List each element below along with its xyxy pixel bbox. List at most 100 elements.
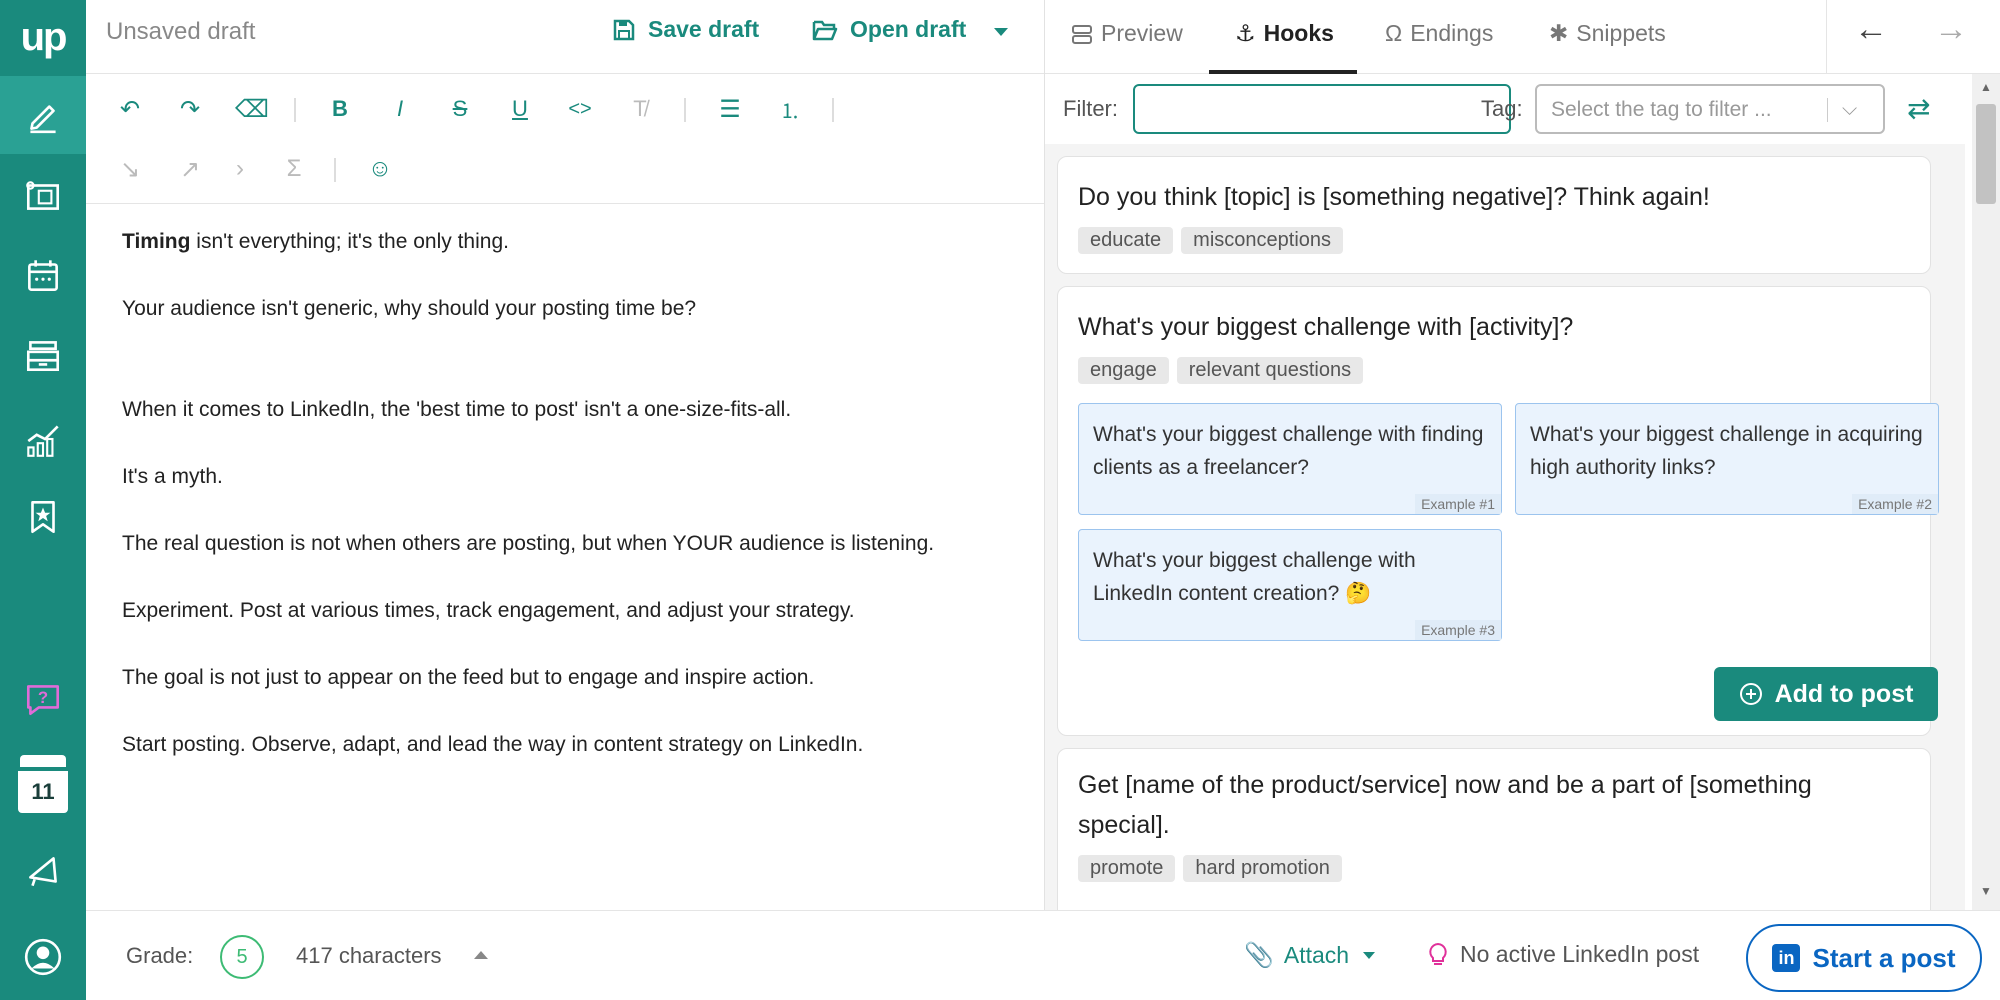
arrow-up-right-icon[interactable]: ↗ — [172, 151, 208, 187]
hooks-scrollbar[interactable]: ▲ ▼ — [1972, 74, 2000, 910]
forward-arrow-icon[interactable]: → — [1934, 10, 1968, 49]
tag-select[interactable]: Select the tag to filter ... ⌵ — [1535, 84, 1885, 134]
hook-card[interactable]: Get [name of the product/service] now an… — [1057, 748, 1931, 910]
calendar-icon — [28, 260, 58, 292]
hook-tag[interactable]: educate — [1078, 227, 1174, 254]
hook-tag[interactable]: misconceptions — [1181, 227, 1344, 254]
hook-card[interactable]: Do you think [topic] is [something negat… — [1057, 156, 1931, 274]
hook-text: Do you think [topic] is [something negat… — [1078, 183, 1710, 211]
editor-text: isn't everything; it's the only thing. — [190, 230, 509, 253]
bold-icon[interactable]: B — [322, 91, 358, 127]
sidebar-item-editor[interactable] — [0, 76, 86, 154]
underline-icon[interactable]: U — [502, 91, 538, 127]
italic-icon[interactable]: I — [382, 91, 418, 127]
back-arrow-icon[interactable]: ← — [1854, 10, 1888, 49]
tab-endings-label: Endings — [1410, 20, 1494, 46]
editor-paragraph: It's a myth. — [122, 465, 223, 488]
example-text: What's your biggest challenge with findi… — [1093, 423, 1484, 479]
toolbar-divider — [294, 98, 296, 122]
example-label: Example #3 — [1415, 620, 1501, 640]
clear-format-icon[interactable]: T̸ — [622, 91, 658, 127]
sidebar-item-schedule[interactable] — [0, 236, 86, 314]
lightbulb-icon — [1429, 942, 1447, 965]
shuffle-icon[interactable]: ⇄ — [1907, 92, 1930, 125]
editor-paragraph: When it comes to LinkedIn, the 'best tim… — [122, 398, 792, 421]
hook-example-card[interactable]: What's your biggest challenge in acquiri… — [1515, 403, 1939, 515]
tab-endings[interactable]: Ω Endings — [1385, 20, 1493, 47]
grade-badge[interactable]: 5 — [220, 935, 264, 979]
save-draft-button[interactable]: Save draft — [612, 16, 759, 43]
open-draft-label: Open draft — [850, 16, 967, 42]
sidebar-item-analytics[interactable] — [0, 400, 86, 478]
folder-open-icon — [812, 20, 838, 40]
sidebar-item-announcements[interactable] — [0, 832, 86, 910]
hook-tags: promote hard promotion — [1078, 855, 1342, 882]
example-text: What's your biggest challenge with Linke… — [1093, 549, 1416, 605]
arrow-down-right-icon[interactable]: ↘ — [112, 151, 148, 187]
hook-tag[interactable]: relevant questions — [1176, 357, 1364, 384]
hook-tags: engage relevant questions — [1078, 357, 1364, 384]
calendar-day-badge[interactable]: 11 — [18, 755, 68, 813]
code-icon[interactable]: <> — [562, 91, 598, 127]
user-avatar-icon — [24, 938, 62, 976]
hook-tag[interactable]: engage — [1078, 357, 1169, 384]
tag-select-placeholder: Select the tag to filter ... — [1551, 98, 1772, 121]
post-editor[interactable]: Timing isn't everything; it's the only t… — [86, 205, 1044, 910]
start-post-label: Start a post — [1812, 942, 1956, 973]
draft-title: Unsaved draft — [106, 18, 256, 45]
emoji-icon[interactable]: ☺ — [362, 151, 398, 187]
open-draft-button[interactable]: Open draft — [812, 16, 966, 43]
tab-hooks-label: Hooks — [1263, 20, 1334, 46]
hook-tags: educate misconceptions — [1078, 227, 1344, 254]
hook-text: What's your biggest challenge with [acti… — [1078, 313, 1574, 341]
hook-tag[interactable]: promote — [1078, 855, 1176, 882]
attach-button[interactable]: 📎 Attach — [1244, 941, 1376, 970]
hook-example-card[interactable]: What's your biggest challenge with findi… — [1078, 403, 1502, 515]
tab-preview[interactable]: Preview — [1071, 20, 1183, 47]
preview-icon — [1072, 24, 1092, 44]
puzzle-icon: ✱ — [1549, 20, 1569, 46]
hook-example-card[interactable]: What's your biggest challenge with Linke… — [1078, 529, 1502, 641]
linkedin-icon: in — [1772, 944, 1801, 972]
filter-input[interactable] — [1133, 84, 1511, 134]
format-toolbar: ↶ ↷ ⌫ B I S U <> T̸ ☰ ⒈ ↘ ↗ › Σ ☺ — [86, 74, 1044, 204]
scroll-down-icon[interactable]: ▼ — [1980, 884, 1992, 898]
bookmark-star-icon — [31, 500, 55, 534]
hook-tag[interactable]: hard promotion — [1183, 855, 1342, 882]
scrollbar-thumb[interactable] — [1976, 104, 1996, 204]
tab-hooks[interactable]: ⚓ Hooks — [1235, 20, 1334, 47]
redo-icon[interactable]: ↷ — [172, 91, 208, 127]
editor-footer: Grade: 5 417 characters 📎 Attach No acti… — [86, 910, 2000, 1000]
bullet-list-icon[interactable]: ☰ — [712, 91, 748, 127]
chevron-up-icon[interactable] — [474, 951, 488, 959]
start-post-button[interactable]: in Start a post — [1746, 924, 1982, 992]
archive-icon — [26, 341, 60, 372]
save-icon — [613, 19, 635, 40]
eraser-icon[interactable]: ⌫ — [234, 91, 270, 127]
numbered-list-icon[interactable]: ⒈ — [772, 91, 808, 127]
sidebar-item-saved[interactable] — [0, 478, 86, 556]
app-logo[interactable]: up — [0, 0, 86, 74]
undo-icon[interactable]: ↶ — [112, 91, 148, 127]
sigma-icon[interactable]: Σ — [276, 151, 312, 187]
sidebar-item-templates[interactable] — [0, 157, 86, 235]
nav-divider — [1826, 0, 1827, 74]
anchor-icon: ⚓ — [1235, 20, 1256, 46]
hook-card-expanded[interactable]: What's your biggest challenge with [acti… — [1057, 286, 1939, 736]
sidebar-item-archive[interactable] — [0, 316, 86, 394]
chevron-down-icon: ⌵ — [1842, 98, 1858, 120]
open-draft-dropdown-icon[interactable] — [994, 28, 1008, 36]
calendar-day-number: 11 — [18, 771, 68, 813]
attach-label: Attach — [1283, 942, 1350, 968]
sidebar-item-profile[interactable] — [0, 918, 86, 996]
tab-snippets[interactable]: ✱ Snippets — [1549, 20, 1666, 47]
editor-paragraph: The real question is not when others are… — [122, 532, 935, 555]
add-to-post-label: Add to post — [1774, 679, 1914, 708]
strikethrough-icon[interactable]: S — [442, 91, 478, 127]
help-icon: ? — [26, 685, 60, 716]
calendar-badge-top — [20, 755, 66, 767]
chevron-right-icon[interactable]: › — [222, 151, 258, 187]
scroll-up-icon[interactable]: ▲ — [1980, 80, 1992, 94]
add-to-post-button[interactable]: Add to post — [1714, 667, 1938, 721]
sidebar-item-help[interactable]: ? — [0, 660, 86, 738]
